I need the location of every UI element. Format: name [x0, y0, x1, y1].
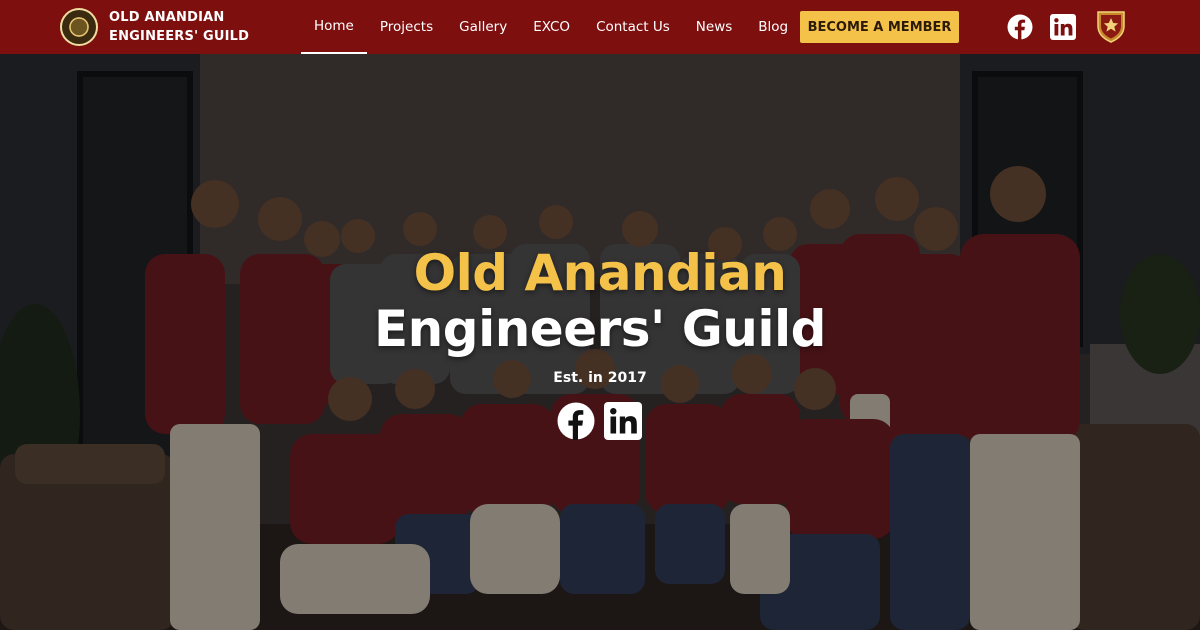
- facebook-icon[interactable]: [1007, 14, 1033, 40]
- brand[interactable]: OLD ANANDIAN ENGINEERS' GUILD: [60, 8, 249, 46]
- guild-seal-icon: [60, 8, 98, 46]
- linkedin-icon[interactable]: [1050, 14, 1076, 40]
- nav-item-blog[interactable]: Blog: [745, 0, 801, 54]
- nav-item-projects[interactable]: Projects: [367, 0, 446, 54]
- facebook-icon[interactable]: [557, 402, 595, 440]
- become-member-button[interactable]: BECOME A MEMBER: [800, 11, 959, 43]
- top-navbar: OLD ANANDIAN ENGINEERS' GUILD Home Proje…: [0, 0, 1200, 54]
- hero-title-line1: Old Anandian: [413, 244, 787, 302]
- brand-name-line1: OLD ANANDIAN: [109, 10, 225, 25]
- linkedin-icon[interactable]: [604, 402, 642, 440]
- college-crest-icon: [1097, 11, 1125, 43]
- main-nav: Home Projects Gallery EXCO Contact Us Ne…: [301, 0, 801, 54]
- hero-section: Old Anandian Engineers' Guild Est. in 20…: [0, 54, 1200, 630]
- nav-item-home[interactable]: Home: [301, 0, 367, 54]
- nav-item-gallery[interactable]: Gallery: [446, 0, 520, 54]
- brand-name: OLD ANANDIAN ENGINEERS' GUILD: [109, 8, 249, 46]
- brand-name-line2: ENGINEERS' GUILD: [109, 29, 250, 44]
- nav-item-news[interactable]: News: [683, 0, 745, 54]
- hero-title-line2: Engineers' Guild: [374, 300, 826, 358]
- hero-established-text: Est. in 2017: [553, 370, 647, 386]
- nav-item-contact-us[interactable]: Contact Us: [583, 0, 683, 54]
- hero-content: Old Anandian Engineers' Guild Est. in 20…: [0, 54, 1200, 630]
- nav-item-exco[interactable]: EXCO: [520, 0, 583, 54]
